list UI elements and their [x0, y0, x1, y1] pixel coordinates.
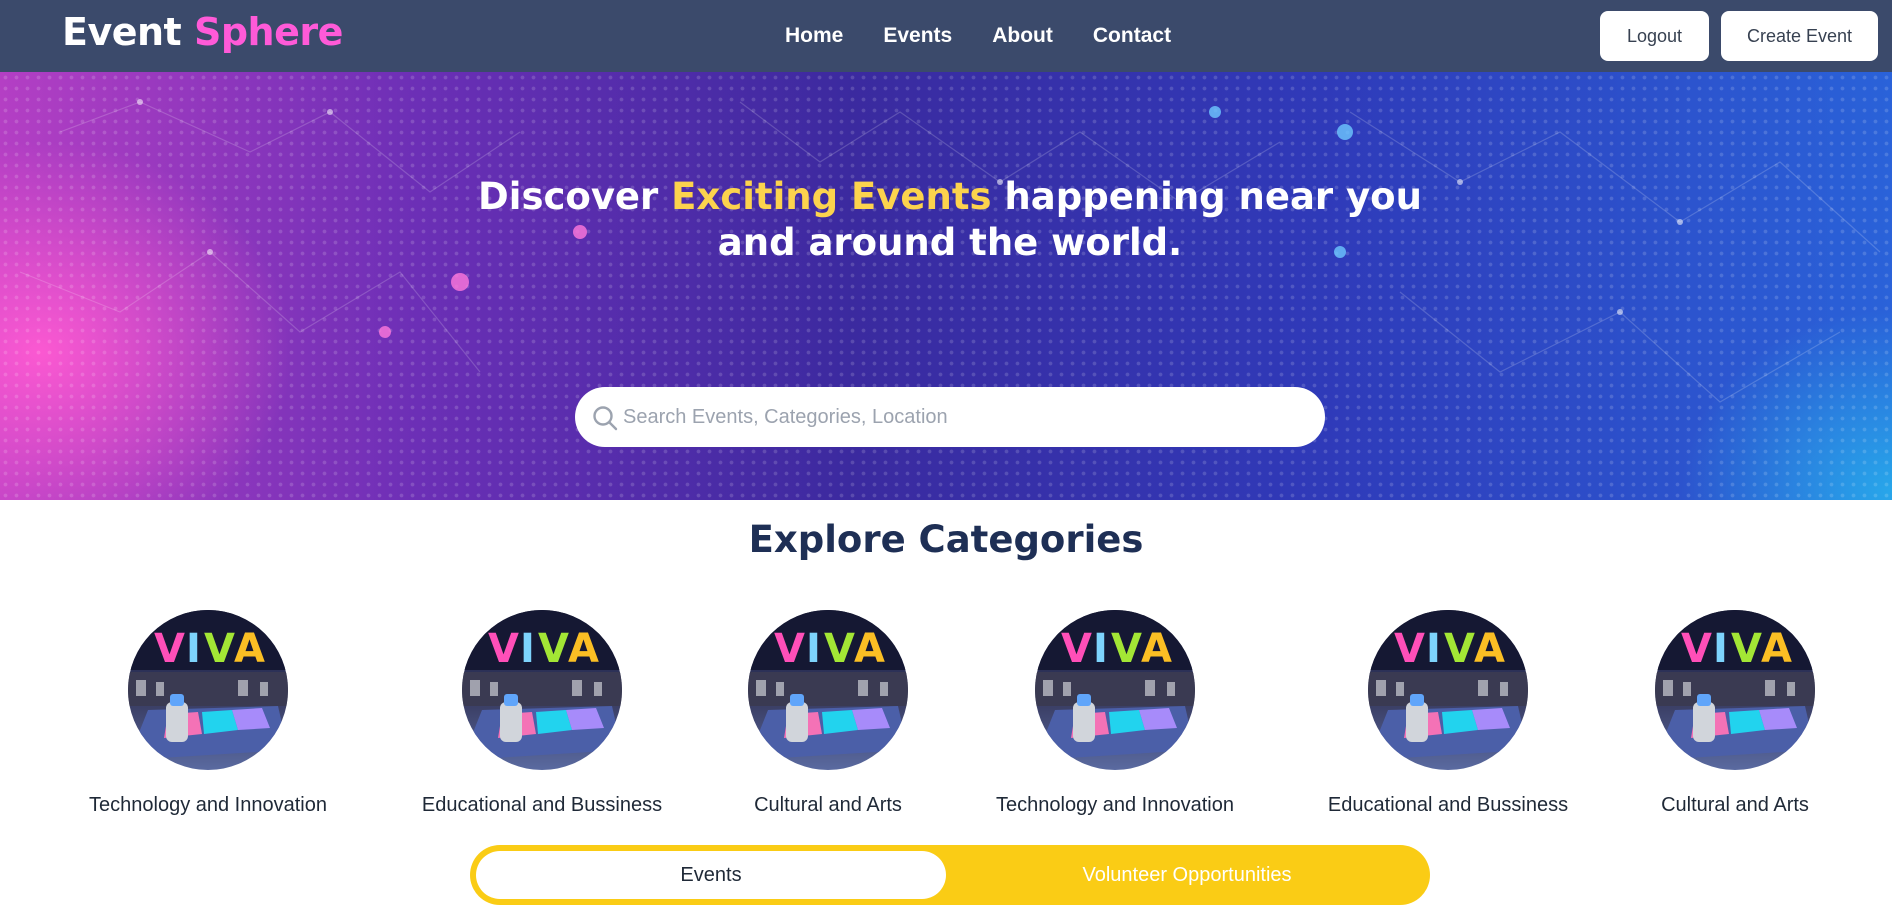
nav-contact[interactable]: Contact [1093, 24, 1171, 48]
category-label: Educational and Bussiness [421, 794, 663, 816]
category-label: Technology and Innovation [996, 794, 1234, 816]
category-item[interactable]: V I V A Educational and Bussiness [397, 610, 687, 817]
nav-links: Home Events About Contact [785, 24, 1171, 48]
create-event-button[interactable]: Create Event [1721, 11, 1878, 61]
navbar: Event Sphere Home Events About Contact L… [0, 0, 1892, 72]
svg-text:V: V [154, 626, 185, 672]
nav-events[interactable]: Events [883, 24, 952, 48]
volunteer-tab[interactable]: Volunteer Opportunities [950, 851, 1424, 899]
hero-banner: Discover Exciting Events happening near … [0, 72, 1892, 500]
category-image: VIVA [1035, 610, 1195, 770]
hero-title-highlight: Exciting Events [671, 175, 992, 218]
svg-text:V: V [1111, 626, 1142, 672]
category-image: VIVA [1655, 610, 1815, 770]
svg-text:V: V [1444, 626, 1475, 672]
hero-title-pre: Discover [478, 175, 672, 218]
category-image: VIVA [748, 610, 908, 770]
category-image: VIVA [462, 610, 622, 770]
events-tab[interactable]: Events [476, 851, 946, 899]
listing-toggle: Events Volunteer Opportunities [470, 845, 1430, 905]
svg-text:A: A [854, 626, 885, 672]
category-image: VIVA [128, 610, 288, 770]
logout-button[interactable]: Logout [1600, 11, 1709, 61]
category-item[interactable]: V I V A Cultural and Arts [1590, 610, 1880, 817]
svg-text:I: I [806, 626, 821, 672]
svg-text:V: V [824, 626, 855, 672]
brand-part1: Event [62, 10, 182, 54]
category-label: Educational and Bussiness [1327, 794, 1569, 816]
svg-text:V: V [774, 626, 805, 672]
svg-text:V: V [1681, 626, 1712, 672]
svg-text:A: A [1474, 626, 1505, 672]
search-icon [593, 406, 618, 431]
nav-home[interactable]: Home [785, 24, 843, 48]
svg-text:I: I [1713, 626, 1728, 672]
category-label: Cultural and Arts [1661, 794, 1809, 816]
category-item[interactable]: V I V A Educational and Bussiness [1303, 610, 1593, 817]
svg-text:I: I [186, 626, 201, 672]
svg-text:I: I [520, 626, 535, 672]
svg-text:A: A [1141, 626, 1172, 672]
category-item[interactable]: V I V A Cultural and Arts [683, 610, 973, 817]
svg-text:V: V [488, 626, 519, 672]
svg-text:A: A [234, 626, 265, 672]
hero-title: Discover Exciting Events happening near … [440, 174, 1460, 266]
svg-text:V: V [204, 626, 235, 672]
nav-about[interactable]: About [992, 24, 1053, 48]
category-label: Cultural and Arts [754, 794, 902, 816]
svg-text:V: V [1394, 626, 1425, 672]
svg-text:V: V [538, 626, 569, 672]
svg-text:A: A [1761, 626, 1792, 672]
svg-text:V: V [1731, 626, 1762, 672]
category-item[interactable]: V I V A Technology and Innovation [63, 610, 353, 817]
category-label: Technology and Innovation [89, 794, 327, 816]
svg-text:I: I [1426, 626, 1441, 672]
brand-logo[interactable]: Event Sphere [62, 10, 343, 54]
search-input[interactable] [623, 397, 1303, 437]
search-bar [575, 387, 1325, 447]
svg-text:A: A [568, 626, 599, 672]
brand-part2: Sphere [193, 10, 343, 54]
categories-heading: Explore Categories [748, 518, 1144, 561]
svg-text:V: V [1061, 626, 1092, 672]
svg-text:I: I [1093, 626, 1108, 672]
category-item[interactable]: V I V A Technology and Innovation [970, 610, 1260, 817]
category-image: VIVA [1368, 610, 1528, 770]
